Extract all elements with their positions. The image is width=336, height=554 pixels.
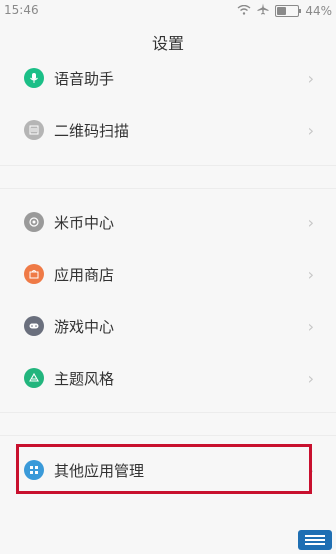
section-divider (0, 165, 336, 166)
settings-item-other-apps-management[interactable]: 其他应用管理 › (0, 446, 336, 494)
chevron-right-icon: › (307, 120, 314, 140)
section-divider (0, 435, 336, 436)
settings-item-label: 其他应用管理 (54, 461, 145, 480)
settings-item-label: 米币中心 (54, 213, 115, 232)
settings-item-game-center[interactable]: 游戏中心 › (0, 302, 336, 350)
settings-item-mi-coin-center[interactable]: 米币中心 › (0, 198, 336, 246)
gamepad-icon (24, 316, 44, 336)
apps-grid-icon (24, 460, 44, 480)
microphone-icon (24, 68, 44, 88)
airplane-icon (257, 3, 269, 18)
status-time: 15:46 (4, 3, 39, 17)
status-icons: 44% (237, 3, 332, 18)
settings-item-label: 主题风格 (54, 369, 115, 388)
coin-icon (24, 212, 44, 232)
settings-item-qr-scan[interactable]: 二维码扫描 › (0, 106, 336, 154)
chevron-right-icon: › (307, 460, 314, 480)
settings-item-label: 二维码扫描 (54, 121, 130, 140)
section-divider (0, 412, 336, 413)
chevron-right-icon: › (307, 264, 314, 284)
battery-percent: 44% (305, 3, 332, 18)
settings-item-app-store[interactable]: 应用商店 › (0, 250, 336, 298)
chevron-right-icon: › (307, 68, 314, 88)
chevron-right-icon: › (307, 212, 314, 232)
qr-scan-icon (24, 120, 44, 140)
status-bar: 15:46 44% (0, 0, 336, 22)
settings-item-label: 游戏中心 (54, 317, 115, 336)
settings-item-voice-assistant[interactable]: 语音助手 › (0, 54, 336, 102)
page-title: 设置 (151, 34, 184, 53)
chevron-right-icon: › (307, 316, 314, 336)
chevron-right-icon: › (307, 368, 314, 388)
theme-icon (24, 368, 44, 388)
wifi-icon (237, 4, 251, 18)
battery-icon (275, 4, 302, 17)
settings-item-label: 应用商店 (54, 265, 115, 284)
settings-item-themes[interactable]: 主题风格 › (0, 354, 336, 402)
section-divider (0, 188, 336, 189)
settings-item-label: 语音助手 (54, 69, 115, 88)
site-logo (298, 530, 332, 550)
store-icon (24, 264, 44, 284)
